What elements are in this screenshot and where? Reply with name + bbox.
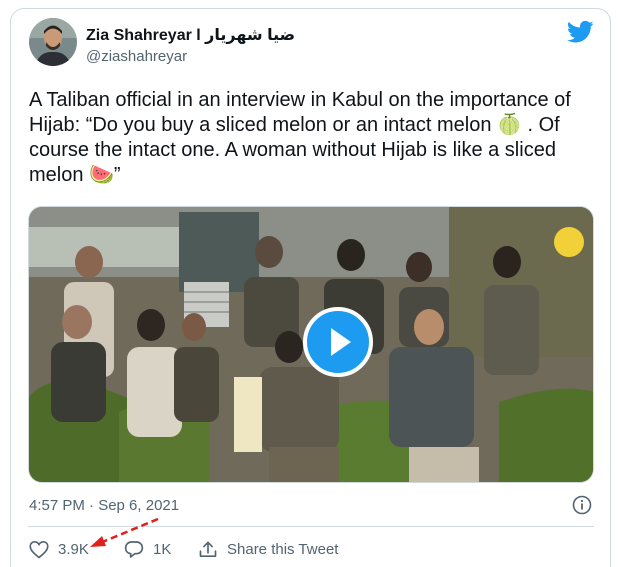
- tweet-text: A Taliban official in an interview in Ka…: [29, 89, 571, 186]
- avatar[interactable]: [29, 18, 77, 66]
- tweet-timestamp[interactable]: 4:57 PM · Sep 6, 2021: [29, 497, 179, 514]
- info-icon[interactable]: [572, 495, 592, 515]
- annotation-arrow: [90, 517, 159, 547]
- share-icon: [199, 541, 217, 558]
- author-handle[interactable]: @ziashahreyar: [86, 48, 187, 65]
- video-thumbnail[interactable]: [28, 206, 594, 483]
- author-name[interactable]: Zia Shahreyar l ضیا شهریار: [86, 25, 295, 45]
- like-button[interactable]: 3.9K: [29, 540, 89, 559]
- heart-icon: [29, 540, 49, 559]
- share-label: Share this Tweet: [227, 541, 339, 558]
- share-button[interactable]: Share this Tweet: [198, 540, 338, 559]
- play-icon: [331, 328, 351, 356]
- play-button[interactable]: [303, 307, 373, 377]
- twitter-bird-icon[interactable]: [567, 20, 594, 44]
